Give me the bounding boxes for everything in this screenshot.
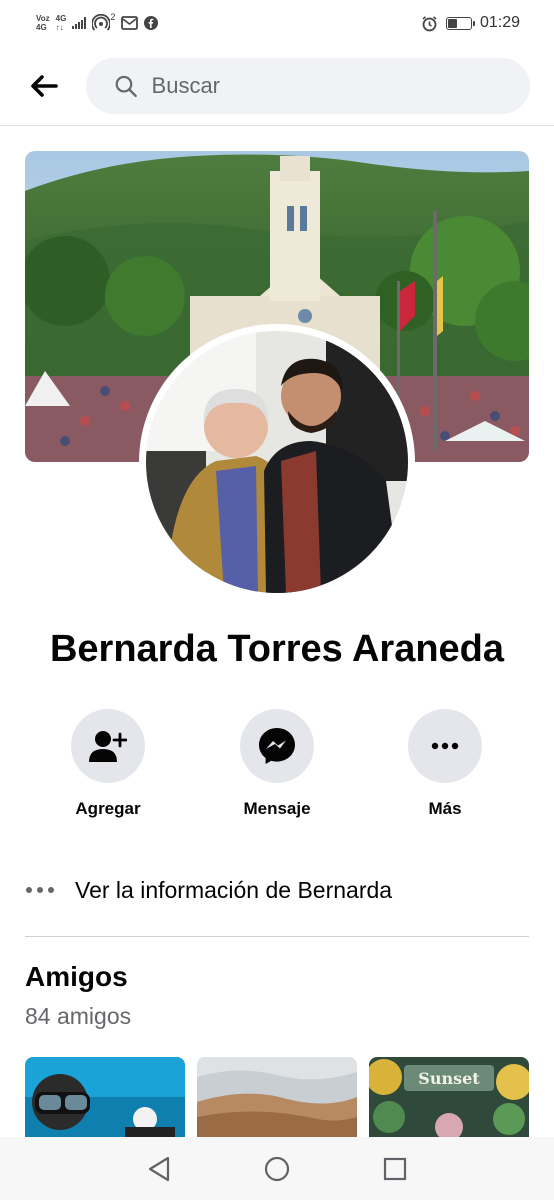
search-icon (115, 75, 137, 97)
status-left: Voz 4G 4G ↑↓ 2 (36, 12, 159, 32)
profile-actions: Agregar Mensaje Más (0, 709, 554, 819)
back-button[interactable] (28, 70, 60, 102)
friends-count[interactable]: 84 amigos (25, 1003, 131, 1030)
message-label: Mensaje (243, 799, 311, 818)
status-time: 01:29 (479, 14, 520, 31)
about-info-label: Ver la información de Bernarda (75, 876, 393, 903)
add-friend-icon (89, 731, 127, 762)
facebook-icon (144, 16, 159, 30)
nav-recents-button[interactable] (375, 1149, 415, 1189)
profile-picture[interactable] (139, 324, 415, 600)
signal-icon (72, 17, 87, 29)
nav-home-button[interactable] (257, 1149, 297, 1189)
friend-thumbnail[interactable] (25, 1057, 185, 1137)
add-friend-label: Agregar (75, 799, 141, 818)
search-input[interactable] (151, 72, 510, 99)
triangle-back-icon (148, 1156, 170, 1181)
friend-thumbnail[interactable]: Sunset (369, 1057, 529, 1137)
profile-name: Bernarda Torres Araneda (49, 628, 505, 670)
about-info-row[interactable]: Ver la información de Bernarda (25, 865, 529, 915)
hotspot-count: 2 (110, 12, 116, 22)
circle-home-icon (264, 1156, 290, 1181)
more-circle[interactable] (408, 709, 482, 783)
thumb-sign-text: Sunset (418, 1069, 480, 1088)
network-type: 4G ↑↓ (55, 14, 67, 32)
nav-back-button[interactable] (139, 1149, 179, 1189)
add-friend-button[interactable]: Agregar (43, 709, 173, 819)
avatar (146, 331, 408, 593)
friends-title: Amigos (25, 961, 128, 992)
friend-thumbnail[interactable] (197, 1057, 357, 1137)
status-bar: Voz 4G 4G ↑↓ 2 01:29 (0, 0, 554, 46)
more-button[interactable]: Más (380, 709, 510, 819)
carrier-top: Voz (36, 14, 50, 23)
carrier-indicator: Voz 4G (36, 14, 50, 32)
back-arrow-icon (31, 74, 58, 97)
network-type-label: 4G (55, 14, 67, 23)
top-app-bar (0, 46, 554, 126)
carrier-bottom: 4G (36, 23, 47, 32)
hotspot-icon: 2 (92, 12, 116, 32)
messenger-icon (259, 728, 295, 764)
mail-icon (121, 16, 139, 30)
divider (25, 936, 529, 937)
add-friend-circle[interactable] (71, 709, 145, 783)
system-nav-bar (0, 1137, 554, 1200)
square-recents-icon (383, 1157, 407, 1180)
battery-icon (445, 16, 475, 30)
message-circle[interactable] (240, 709, 314, 783)
status-right: 01:29 (421, 14, 520, 32)
more-label: Más (428, 799, 462, 818)
message-button[interactable]: Mensaje (212, 709, 342, 819)
more-icon (431, 742, 459, 750)
alarm-icon (421, 15, 438, 32)
search-bar[interactable] (86, 57, 530, 114)
more-dots-icon (26, 887, 54, 893)
